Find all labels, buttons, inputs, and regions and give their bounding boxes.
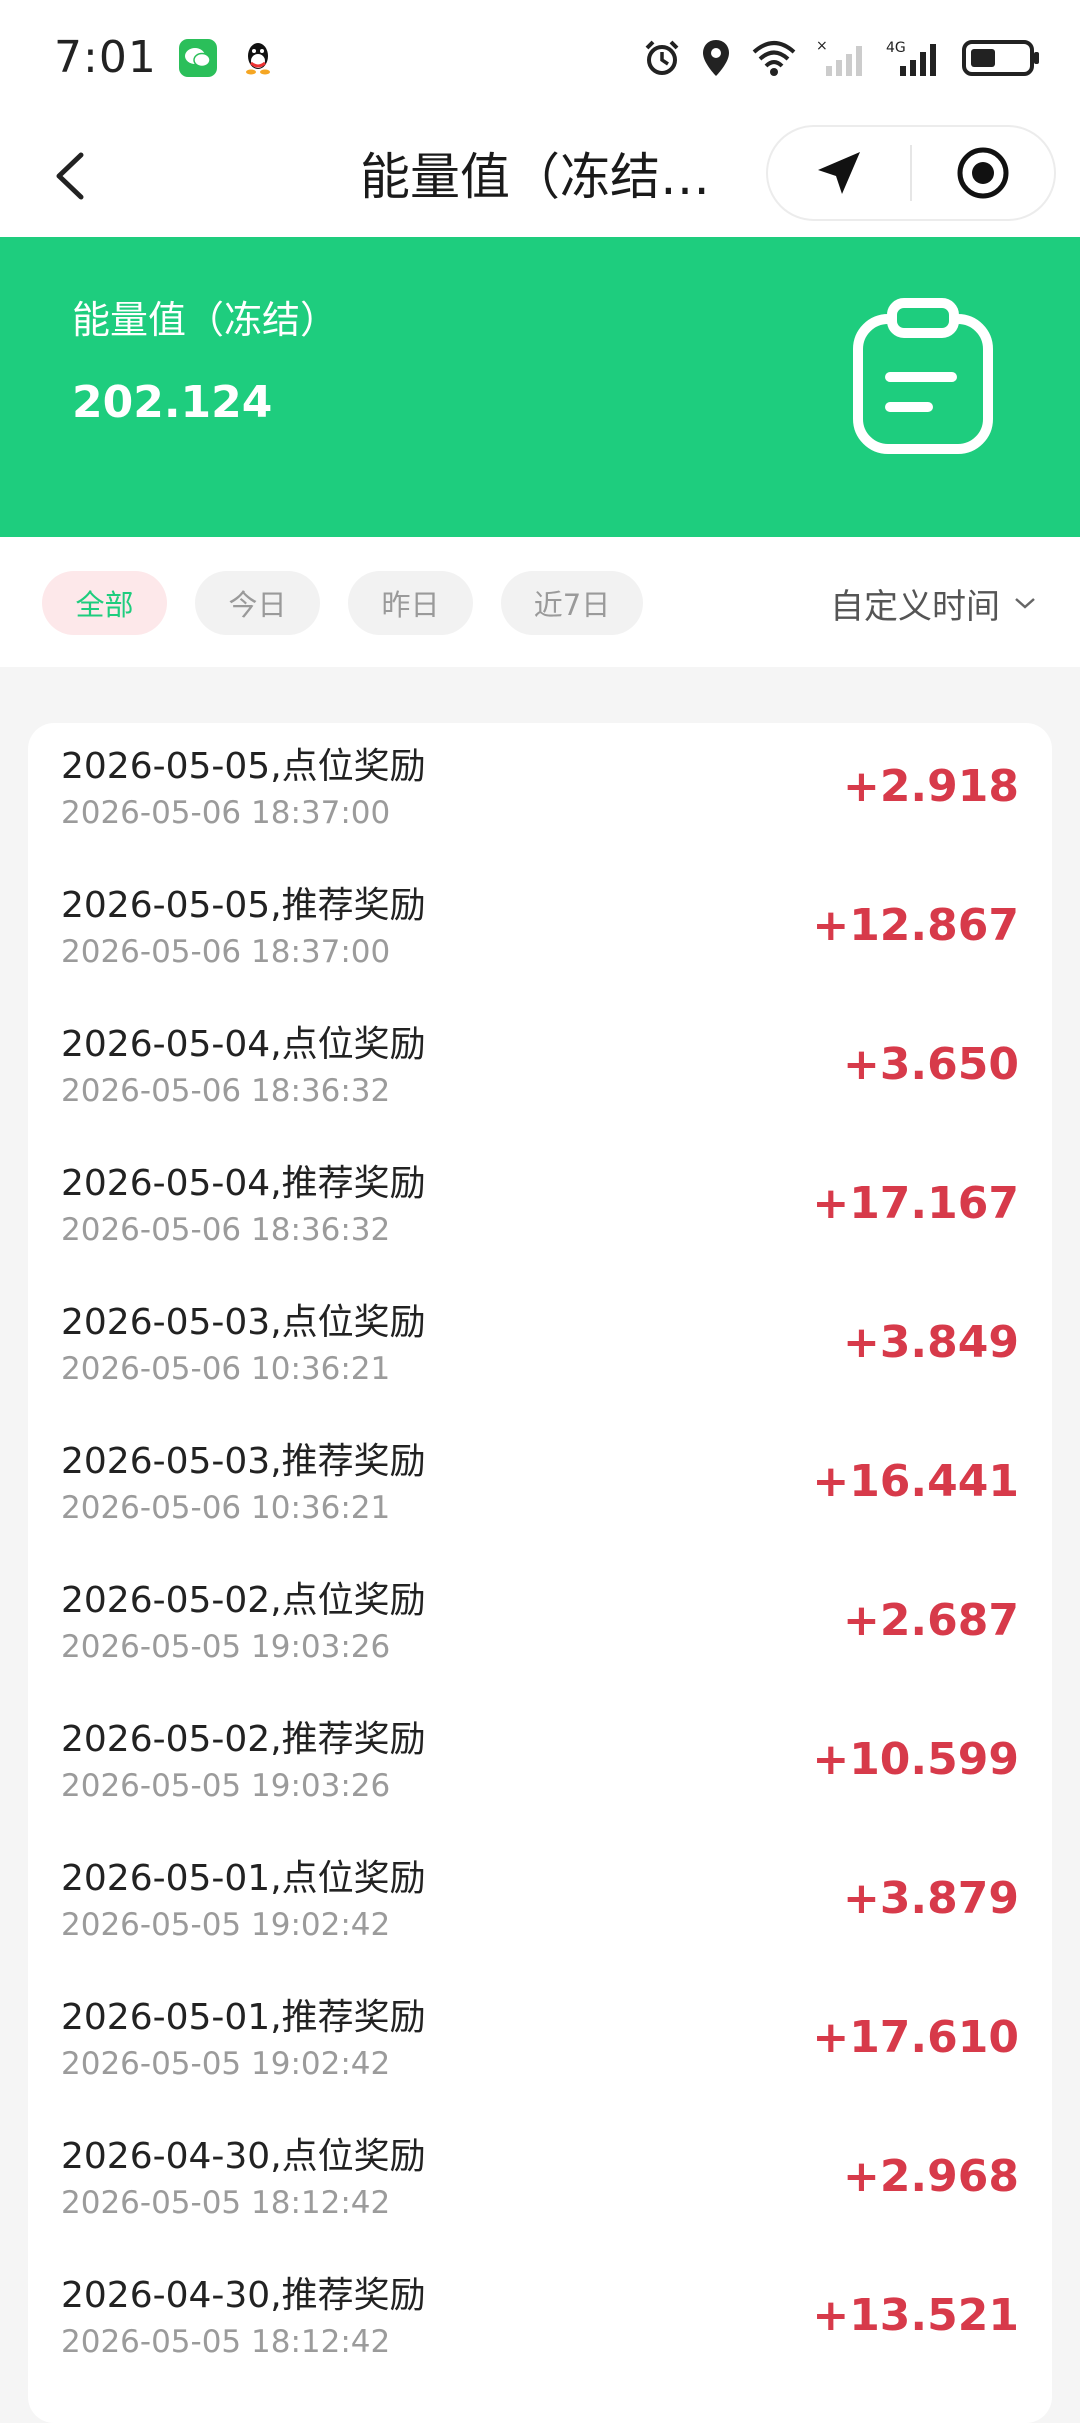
record-amount: +2.968: [842, 2151, 1019, 2202]
qq-icon: [239, 39, 277, 77]
balance-header: 能量值（冻结） 202.124: [0, 237, 1080, 537]
list-item[interactable]: 2026-05-01,点位奖励 2026-05-05 19:02:42 +3.8…: [28, 1835, 1052, 1974]
clipboard-icon: [853, 298, 993, 454]
network-4g-icon: 4G: [886, 38, 944, 78]
record-amount: +3.650: [842, 1039, 1019, 1090]
record-time: 2026-05-06 18:36:32: [61, 1073, 391, 1109]
page-title: 能量值（冻结…: [360, 148, 710, 206]
record-amount: +17.610: [812, 2012, 1019, 2063]
record-title: 2026-05-01,推荐奖励: [61, 1997, 426, 2038]
share-button[interactable]: [768, 127, 910, 219]
filter-chip-yesterday[interactable]: 昨日: [348, 571, 473, 635]
record-title: 2026-05-02,点位奖励: [61, 1580, 426, 1621]
list-item[interactable]: 2026-05-05,推荐奖励 2026-05-06 18:37:00 +12.…: [28, 862, 1052, 1001]
alarm-icon: [642, 38, 682, 78]
list-item[interactable]: 2026-05-02,点位奖励 2026-05-05 19:03:26 +2.6…: [28, 1557, 1052, 1696]
status-right-icons: × 4G: [642, 38, 1040, 78]
record-list: 2026-05-05,点位奖励 2026-05-06 18:37:00 +2.9…: [28, 723, 1052, 2423]
filter-bar: 全部 今日 昨日 近7日 自定义时间: [0, 537, 1080, 667]
list-item[interactable]: 2026-05-02,推荐奖励 2026-05-05 19:03:26 +10.…: [28, 1696, 1052, 1835]
filter-chip-all[interactable]: 全部: [42, 571, 167, 635]
record-time: 2026-05-06 18:37:00: [61, 934, 391, 970]
close-miniapp-button[interactable]: [912, 127, 1054, 219]
record-time: 2026-05-06 18:36:32: [61, 1212, 391, 1248]
record-time: 2026-05-06 10:36:21: [61, 1351, 391, 1387]
list-item[interactable]: 2026-05-04,推荐奖励 2026-05-06 18:36:32 +17.…: [28, 1140, 1052, 1279]
record-title: 2026-05-03,推荐奖励: [61, 1441, 426, 1482]
location-icon: [700, 38, 732, 78]
record-time: 2026-05-05 19:02:42: [61, 1907, 391, 1943]
custom-time-dropdown[interactable]: 自定义时间: [830, 575, 1036, 631]
status-time: 7:01: [54, 32, 157, 83]
nav-bar: 能量值（冻结…: [0, 115, 1080, 237]
filter-chip-today[interactable]: 今日: [195, 571, 320, 635]
record-title: 2026-05-02,推荐奖励: [61, 1719, 426, 1760]
record-title: 2026-04-30,点位奖励: [61, 2136, 426, 2177]
record-time: 2026-05-05 19:03:26: [61, 1768, 391, 1804]
list-item[interactable]: 2026-04-30,推荐奖励 2026-05-05 18:12:42 +13.…: [28, 2252, 1052, 2391]
list-item[interactable]: 2026-05-01,推荐奖励 2026-05-05 19:02:42 +17.…: [28, 1974, 1052, 2113]
record-amount: +16.441: [812, 1456, 1019, 1507]
signal-icon: ×: [816, 38, 868, 78]
filter-chip-last-7-days[interactable]: 近7日: [501, 571, 643, 635]
record-title: 2026-05-03,点位奖励: [61, 1302, 426, 1343]
list-item[interactable]: 2026-05-03,点位奖励 2026-05-06 10:36:21 +3.8…: [28, 1279, 1052, 1418]
record-title: 2026-05-05,点位奖励: [61, 746, 426, 787]
custom-time-label: 自定义时间: [830, 586, 1000, 627]
record-title: 2026-05-01,点位奖励: [61, 1858, 426, 1899]
send-icon: [818, 152, 860, 194]
battery-icon: [962, 38, 1040, 78]
record-amount: +2.687: [842, 1595, 1019, 1646]
record-amount: +10.599: [812, 1734, 1019, 1785]
svg-text:4G: 4G: [886, 40, 906, 56]
record-time: 2026-05-05 19:03:26: [61, 1629, 391, 1665]
list-item[interactable]: 2026-05-04,点位奖励 2026-05-06 18:36:32 +3.6…: [28, 1001, 1052, 1140]
record-time: 2026-05-05 18:12:42: [61, 2185, 391, 2221]
status-bar: 7:01 × 4G: [0, 0, 1080, 115]
record-icon: [957, 147, 1009, 199]
record-title: 2026-05-05,推荐奖励: [61, 885, 426, 926]
wifi-icon: [750, 38, 798, 78]
list-item[interactable]: 2026-05-03,推荐奖励 2026-05-06 10:36:21 +16.…: [28, 1418, 1052, 1557]
record-time: 2026-05-05 19:02:42: [61, 2046, 391, 2082]
miniapp-capsule: [766, 125, 1056, 221]
record-amount: +12.867: [812, 900, 1019, 951]
list-item[interactable]: 2026-04-30,点位奖励 2026-05-05 18:12:42 +2.9…: [28, 2113, 1052, 2252]
svg-text:×: ×: [816, 38, 828, 54]
record-time: 2026-05-06 10:36:21: [61, 1490, 391, 1526]
balance-label: 能量值（冻结）: [72, 298, 339, 342]
record-title: 2026-05-04,点位奖励: [61, 1024, 426, 1065]
chevron-down-icon: [1015, 598, 1035, 609]
balance-value: 202.124: [72, 377, 273, 428]
record-time: 2026-05-05 18:12:42: [61, 2324, 391, 2360]
record-amount: +3.849: [842, 1317, 1019, 1368]
list-item[interactable]: 2026-05-05,点位奖励 2026-05-06 18:37:00 +2.9…: [28, 723, 1052, 862]
back-icon: [56, 152, 84, 200]
record-amount: +3.879: [842, 1873, 1019, 1924]
back-button[interactable]: [36, 143, 102, 209]
record-amount: +13.521: [812, 2290, 1019, 2341]
record-amount: +2.918: [842, 761, 1019, 812]
wechat-icon: [178, 38, 217, 77]
record-time: 2026-05-06 18:37:00: [61, 795, 391, 831]
record-title: 2026-04-30,推荐奖励: [61, 2275, 426, 2316]
record-amount: +17.167: [812, 1178, 1019, 1229]
record-title: 2026-05-04,推荐奖励: [61, 1163, 426, 1204]
